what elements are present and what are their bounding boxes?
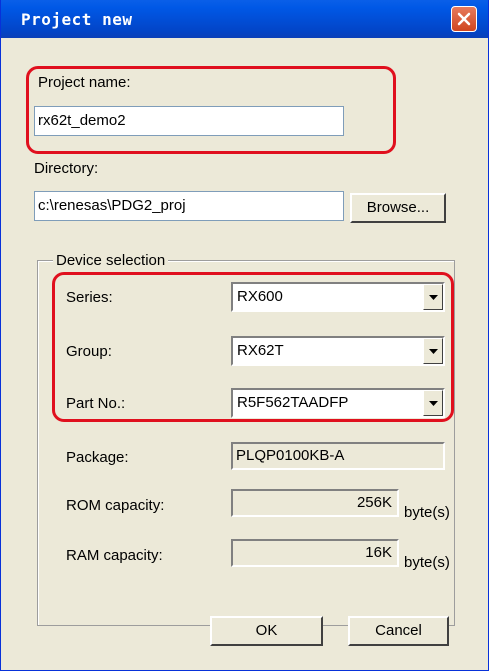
title-bar[interactable]: Project new (1, 0, 488, 38)
package-label: Package: (66, 449, 129, 466)
close-button[interactable] (451, 6, 477, 32)
close-icon (457, 12, 471, 26)
device-selection-highlight (52, 272, 454, 422)
directory-input[interactable]: c:\renesas\PDG2_proj (34, 191, 344, 221)
ram-unit-label: byte(s) (404, 554, 450, 571)
ram-capacity-value: 16K (231, 539, 399, 567)
ok-button[interactable]: OK (210, 616, 323, 646)
device-selection-label: Device selection (53, 252, 169, 269)
directory-label: Directory: (34, 160, 99, 177)
package-value: PLQP0100KB-A (231, 442, 445, 470)
rom-capacity-label: ROM capacity: (66, 497, 165, 514)
rom-capacity-value: 256K (231, 489, 399, 517)
window-title: Project new (21, 10, 133, 29)
rom-unit-label: byte(s) (404, 504, 450, 521)
ram-capacity-label: RAM capacity: (66, 547, 163, 564)
browse-button[interactable]: Browse... (350, 193, 446, 223)
dialog-body: Project name: rx62t_demo2 Directory: c:\… (7, 38, 482, 665)
project-name-highlight (26, 66, 396, 154)
cancel-button[interactable]: Cancel (348, 616, 449, 646)
project-new-dialog: Project new Project name: rx62t_demo2 Di… (0, 0, 489, 671)
